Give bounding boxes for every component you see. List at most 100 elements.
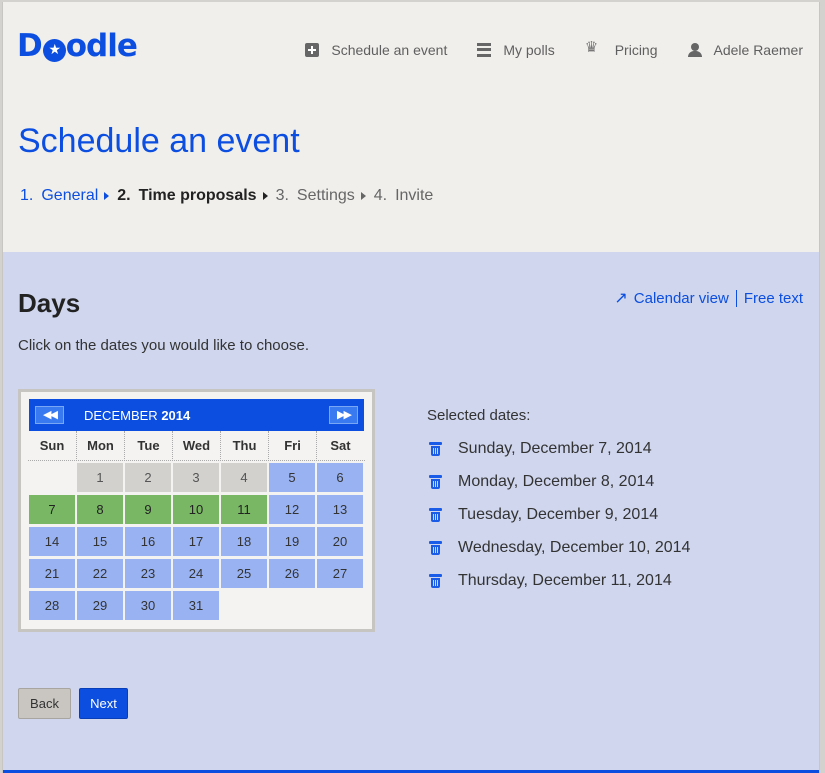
link-divider [735, 289, 737, 307]
calendar-day-cell[interactable]: 9 [125, 495, 171, 524]
main-content: Days ↗ Calendar view Free text Click on … [3, 252, 819, 773]
section-title: Days [18, 288, 81, 318]
external-arrow-icon: ↗ [614, 290, 628, 307]
selected-date-label: Sunday, December 7, 2014 [458, 439, 652, 457]
weekday-label: Sun [39, 438, 65, 453]
calendar-day-cell[interactable]: 27 [317, 559, 363, 588]
calendar-day-cell[interactable]: 21 [29, 559, 75, 588]
calendar-day-cell[interactable]: 24 [173, 559, 219, 588]
nav-label: Schedule an event [331, 42, 448, 58]
calendar-month: DECEMBER [84, 407, 158, 423]
calendar-day-cell[interactable]: 8 [77, 495, 123, 524]
selected-date-label: Tuesday, December 9, 2014 [458, 505, 659, 523]
nav-user-account[interactable]: Adele Raemer [687, 42, 804, 58]
calendar-day-cell[interactable]: 7 [29, 495, 75, 524]
calendar-day-cell[interactable]: 11 [221, 495, 267, 524]
weekday-label: Sat [316, 431, 364, 461]
selected-dates-list: Sunday, December 7, 2014 Monday, December… [427, 432, 690, 597]
nav-label: Pricing [614, 42, 658, 58]
calendar-day-cell[interactable]: 14 [29, 527, 75, 556]
calendar-day-cell[interactable]: 20 [317, 527, 363, 556]
calendar-day-cell[interactable]: 25 [221, 559, 267, 588]
trash-icon[interactable] [429, 474, 442, 489]
top-nav: Schedule an event My polls Pricing Adele… [275, 40, 804, 58]
next-month-button[interactable]: ▶▶ [329, 406, 358, 424]
calendar-day-cell[interactable]: 12 [269, 495, 315, 524]
calendar-day-cell[interactable]: 19 [269, 527, 315, 556]
nav-my-polls[interactable]: My polls [477, 42, 555, 58]
step-label: General [41, 187, 99, 204]
next-button[interactable]: Next [79, 688, 128, 719]
step-number: 2. [117, 187, 131, 204]
step-settings: 3. Settings [276, 187, 366, 205]
weekday-label: Thu [220, 431, 268, 461]
calendar-blank-cell [29, 463, 75, 492]
caret-right-icon [360, 192, 366, 200]
calendar-day-cell: 3 [173, 463, 219, 492]
calendar-day-cell[interactable]: 16 [125, 527, 171, 556]
date-picker-calendar: ◀◀ DECEMBER 2014 ▶▶ Sun Mon Tue Wed Thu Fri Sa… [18, 389, 375, 632]
free-text-link[interactable]: Free text [744, 290, 803, 307]
calendar-day-cell[interactable]: 18 [221, 527, 267, 556]
trash-icon[interactable] [429, 441, 442, 456]
calendar-day-cell[interactable]: 5 [269, 463, 315, 492]
calendar-header: ◀◀ DECEMBER 2014 ▶▶ [29, 399, 364, 431]
selected-date-label: Wednesday, December 10, 2014 [458, 538, 691, 556]
calendar-day-cell[interactable]: 29 [77, 591, 123, 620]
user-icon [687, 43, 702, 57]
calendar-day-cell[interactable]: 17 [173, 527, 219, 556]
step-number: 4. [373, 187, 388, 204]
back-button[interactable]: Back [18, 688, 71, 719]
calendar-day-cell[interactable]: 23 [125, 559, 171, 588]
calendar-day-cell: 4 [221, 463, 267, 492]
selected-date-row: Monday, December 8, 2014 [427, 465, 690, 498]
step-breadcrumb: 1. General 2. Time proposals 3. Settings… [20, 187, 441, 205]
trash-icon[interactable] [429, 540, 442, 555]
nav-label: My polls [503, 42, 555, 58]
prev-month-button[interactable]: ◀◀ [35, 406, 64, 424]
view-switcher: ↗ Calendar view Free text [614, 288, 803, 308]
calendar-day-cell[interactable]: 6 [317, 463, 363, 492]
calendar-day-cell: 2 [125, 463, 171, 492]
step-label: Invite [395, 187, 434, 204]
calendar-view-link[interactable]: Calendar view [634, 290, 729, 307]
calendar-year: 2014 [161, 407, 191, 423]
selected-date-row: Sunday, December 7, 2014 [427, 432, 690, 465]
calendar-day-cell[interactable]: 30 [125, 591, 171, 620]
selected-date-row: Thursday, December 11, 2014 [427, 564, 690, 597]
caret-right-icon [262, 192, 268, 200]
trash-icon[interactable] [429, 507, 442, 522]
selected-date-row: Tuesday, December 9, 2014 [427, 498, 690, 531]
step-number: 1. [20, 187, 34, 204]
weekday-label: Wed [172, 431, 220, 461]
calendar-day-cell[interactable]: 26 [269, 559, 315, 588]
crown-icon [585, 40, 603, 57]
weekday-header-row: Sun Mon Tue Wed Thu Fri Sat [28, 431, 365, 461]
calendar-day-cell[interactable]: 15 [77, 527, 123, 556]
list-icon [477, 43, 492, 57]
calendar-day-cell[interactable]: 31 [173, 591, 219, 620]
header: D★odle Schedule an event My polls Pricin… [3, 2, 819, 252]
instruction-text: Click on the dates you would like to cho… [18, 337, 309, 354]
page-frame: D★odle Schedule an event My polls Pricin… [2, 2, 820, 773]
step-general[interactable]: 1. General [20, 187, 110, 205]
nav-label: Adele Raemer [713, 42, 804, 58]
nav-schedule-event[interactable]: Schedule an event [305, 42, 447, 58]
calendar-day-cell[interactable]: 10 [173, 495, 219, 524]
weekday-label: Fri [268, 431, 316, 461]
calendar-month-year: DECEMBER 2014 [84, 408, 329, 423]
selected-date-label: Monday, December 8, 2014 [458, 472, 655, 490]
step-label: Time proposals [138, 187, 257, 204]
calendar-day-cell[interactable]: 22 [77, 559, 123, 588]
selected-date-row: Wednesday, December 10, 2014 [427, 531, 690, 564]
weekday-label: Mon [76, 431, 124, 461]
step-time-proposals: 2. Time proposals [117, 187, 268, 205]
calendar-day-cell[interactable]: 13 [317, 495, 363, 524]
plus-square-icon [305, 43, 320, 57]
trash-icon[interactable] [429, 573, 442, 588]
doodle-logo[interactable]: D ★ odle [17, 28, 138, 64]
nav-pricing[interactable]: Pricing [585, 40, 658, 58]
page-title: Schedule an event [18, 122, 300, 160]
step-invite: 4. Invite [374, 187, 434, 205]
calendar-day-cell[interactable]: 28 [29, 591, 75, 620]
